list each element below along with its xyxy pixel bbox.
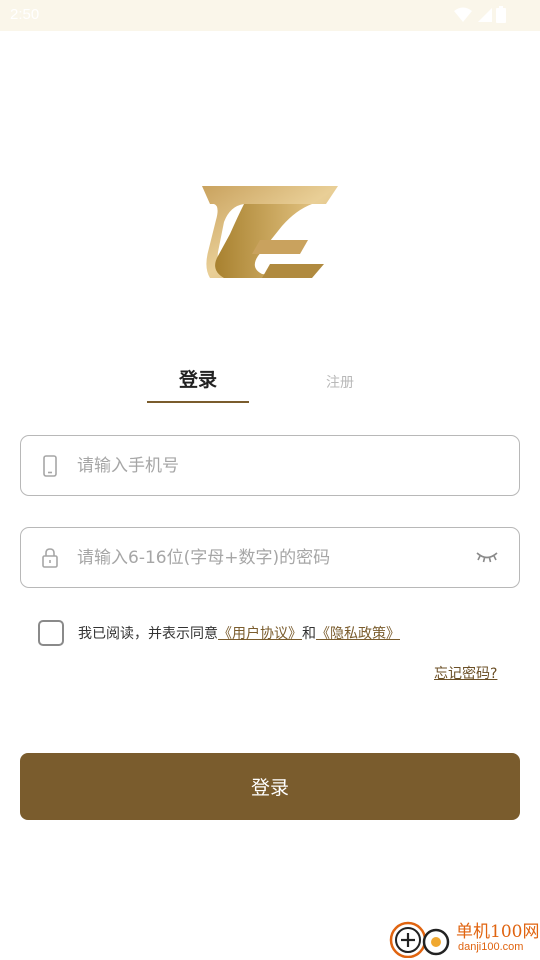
signal-icon [478,7,492,22]
watermark-url: danji100.com [458,941,524,953]
phone-icon [43,455,57,477]
agreement-prefix: 我已阅读，并表示同意 [78,626,218,642]
lock-icon [42,548,58,568]
phone-input[interactable] [77,436,457,495]
watermark-name: 单机100网 [456,922,540,942]
tab-login-label: 登录 [178,369,217,391]
status-icons [454,6,506,23]
tab-login[interactable]: 登录 [147,366,249,404]
tab-active-indicator [147,401,249,403]
password-field [20,527,520,588]
login-button-label: 登录 [250,778,289,799]
eye-closed-icon[interactable] [475,548,499,566]
status-bar: 2:50 [0,0,540,31]
forgot-password-link[interactable]: 忘记密码? [434,663,497,683]
status-time: 2:50 [10,6,40,23]
agreement-conjunction: 和 [302,626,316,642]
tab-register[interactable]: 注册 [300,372,380,396]
battery-icon [496,6,506,23]
agreement-checkbox[interactable] [38,620,64,646]
wifi-icon [454,7,472,22]
user-agreement-link[interactable]: 《用户协议》 [218,623,302,643]
login-button[interactable]: 登录 [20,753,520,820]
tab-register-label: 注册 [326,375,354,391]
watermark: 单机100网 danji100.com [388,914,540,960]
phone-field [20,435,520,496]
watermark-logo [389,921,450,958]
agreement-row: 我已阅读，并表示同意 《用户协议》 和 《隐私政策》 [38,619,400,647]
password-input[interactable] [77,528,457,587]
brand-logo [202,186,338,278]
privacy-policy-link[interactable]: 《隐私政策》 [316,623,400,643]
